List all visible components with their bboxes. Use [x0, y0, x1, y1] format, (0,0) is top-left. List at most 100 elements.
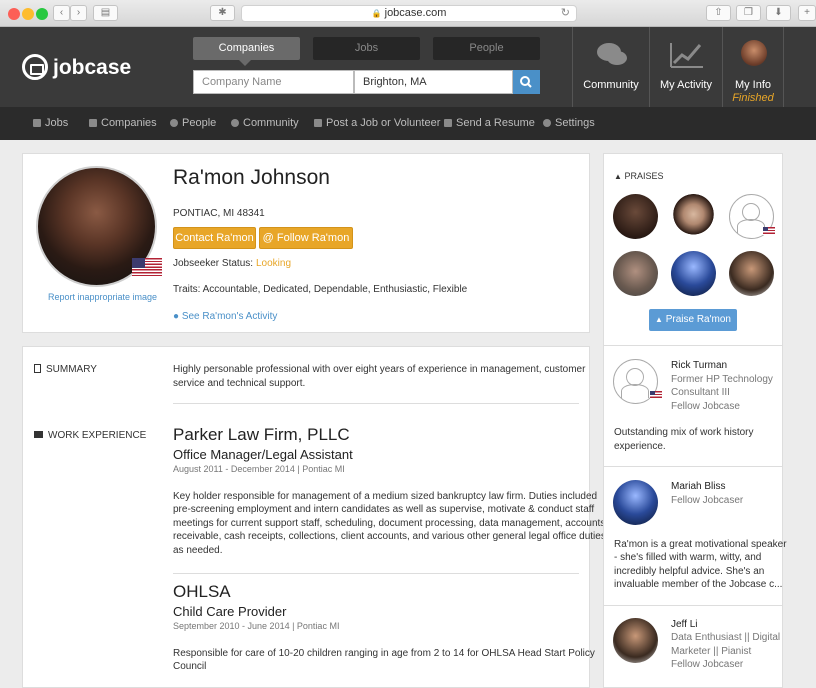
praiser-avatar[interactable]	[613, 251, 658, 296]
status-value: Looking	[256, 258, 292, 269]
extension-puzzle-icon[interactable]: ✱	[210, 5, 235, 21]
nav-my-activity-label: My Activity	[660, 79, 712, 91]
subnav-jobs[interactable]: Jobs	[33, 107, 68, 140]
subnav-people[interactable]: People	[170, 107, 216, 140]
new-tab-icon[interactable]: +	[798, 5, 816, 21]
praises-heading-label: PRAISES	[624, 171, 664, 181]
tabs-overview-icon[interactable]: ❐	[736, 5, 761, 21]
download-icon[interactable]: ⬇	[766, 5, 791, 21]
location-input[interactable]	[354, 70, 513, 94]
subnav-post-job[interactable]: Post a Job or Volunteer	[314, 107, 440, 140]
reviewer-avatar[interactable]	[613, 480, 658, 525]
user-avatar	[741, 40, 767, 66]
praise-button-label: Praise Ra'mon	[665, 314, 731, 325]
subnav-companies[interactable]: Companies	[89, 107, 157, 140]
chat-icon	[231, 119, 239, 127]
contact-button[interactable]: Contact Ra'mon	[173, 227, 256, 249]
gear-icon	[543, 119, 551, 127]
briefcase-icon	[34, 431, 43, 438]
review-text-line: incredibly helpful advice. She's an	[614, 566, 765, 577]
job-desc-line: receivable, cash receipts, collections, …	[173, 531, 606, 542]
nav-community-label: Community	[583, 79, 639, 91]
document-icon	[314, 119, 322, 127]
address-bar[interactable]: 🔒 jobcase.com ↻	[241, 5, 577, 22]
reviewer-role-line: Consultant III	[671, 387, 730, 398]
praises-heading: ▲ PRAISES	[614, 171, 663, 181]
summary-heading-label: SUMMARY	[46, 364, 97, 375]
job-desc-line: Responsible for care of 10-20 children r…	[173, 648, 595, 659]
praiser-avatar[interactable]	[671, 194, 716, 239]
review-text-line: experience.	[614, 441, 666, 452]
us-flag-icon	[763, 227, 775, 235]
sidebar-toggle-icon[interactable]: ▤	[93, 5, 118, 21]
subnav-settings[interactable]: Settings	[543, 107, 595, 140]
site-header: jobcase Companies Jobs People Community …	[0, 27, 816, 107]
divider	[604, 605, 782, 606]
divider	[604, 466, 782, 467]
zoom-window-button[interactable]	[36, 8, 48, 20]
job-desc-line: pre-screening employment and intern cand…	[173, 504, 595, 515]
work-heading: WORK EXPERIENCE	[34, 430, 146, 441]
url-text: jobcase.com	[384, 7, 447, 19]
subnav-jobs-label: Jobs	[45, 117, 69, 129]
document-icon	[34, 364, 41, 373]
job-title: Child Care Provider	[173, 604, 287, 619]
close-window-button[interactable]	[8, 8, 20, 20]
summary-text-line: service and technical support.	[173, 378, 306, 389]
activity-link[interactable]: ● See Ra'mon's Activity	[173, 311, 277, 322]
report-image-link[interactable]: Report inappropriate image	[48, 292, 157, 302]
nav-community[interactable]: Community	[572, 27, 649, 107]
reviewer-name[interactable]: Mariah Bliss	[671, 481, 725, 492]
job-desc-line: Council	[173, 661, 207, 672]
back-arrow-icon[interactable]: ‹	[53, 5, 70, 21]
nav-my-info[interactable]: My Info Finished	[722, 27, 784, 107]
subnav-send-resume[interactable]: Send a Resume	[444, 107, 535, 140]
job-company: OHLSA	[173, 582, 231, 601]
reviewer-avatar[interactable]	[613, 618, 658, 663]
job-desc-line: meetings for current support staff, sche…	[173, 518, 606, 529]
lock-icon: 🔒	[371, 9, 382, 18]
work-heading-label: WORK EXPERIENCE	[48, 430, 147, 441]
search-tab-people[interactable]: People	[433, 37, 540, 60]
praiser-avatar[interactable]	[729, 251, 774, 296]
follow-button[interactable]: @ Follow Ra'mon	[259, 227, 353, 249]
activity-chart-icon	[670, 43, 703, 68]
status-label: Jobseeker Status:	[173, 258, 254, 269]
review-text-line: Outstanding mix of work history	[614, 427, 754, 438]
praiser-avatar[interactable]	[671, 251, 716, 296]
summary-text-line: Highly personable professional with over…	[173, 364, 586, 375]
divider	[173, 403, 579, 404]
divider	[604, 345, 782, 346]
forward-arrow-icon[interactable]: ›	[70, 5, 87, 21]
search-button[interactable]	[513, 70, 540, 94]
us-flag-icon	[132, 258, 162, 276]
search-tab-jobs[interactable]: Jobs	[313, 37, 420, 60]
minimize-window-button[interactable]	[22, 8, 34, 20]
praiser-avatar[interactable]	[613, 194, 658, 239]
company-search-input[interactable]	[193, 70, 354, 94]
follow-button-label: Follow Ra'mon	[276, 232, 350, 244]
job-desc-line: as needed.	[173, 545, 223, 556]
reviewer-name[interactable]: Jeff Li	[671, 619, 698, 630]
share-icon[interactable]: ⇧	[706, 5, 731, 21]
resume-card	[22, 346, 590, 688]
reviewer-name[interactable]: Rick Turman	[671, 360, 727, 371]
nav-my-activity[interactable]: My Activity	[649, 27, 722, 107]
reviewer-role-line: Data Enthusiast || Digital	[671, 632, 781, 643]
review-text-line: Ra'mon is a great motivational speaker	[614, 539, 787, 550]
traits: Traits: Accountable, Dedicated, Dependab…	[173, 284, 468, 295]
praise-button[interactable]: ▲ Praise Ra'mon	[649, 309, 737, 331]
job-dates: September 2010 - June 2014 | Pontiac MI	[173, 621, 340, 631]
reviewer-role-line: Former HP Technology	[671, 374, 773, 385]
us-flag-icon	[650, 391, 662, 399]
profile-status-finished: Finished	[732, 92, 774, 104]
search-tab-companies[interactable]: Companies	[193, 37, 300, 66]
divider	[173, 573, 579, 574]
subnav-companies-label: Companies	[101, 117, 157, 129]
reload-icon[interactable]: ↻	[561, 6, 570, 21]
profile-location: PONTIAC, MI 48341	[173, 208, 265, 219]
thumbs-up-icon: ▲	[655, 315, 663, 324]
profile-name: Ra'mon Johnson	[173, 166, 330, 189]
subnav-settings-label: Settings	[555, 117, 595, 129]
subnav-community[interactable]: Community	[231, 107, 299, 140]
